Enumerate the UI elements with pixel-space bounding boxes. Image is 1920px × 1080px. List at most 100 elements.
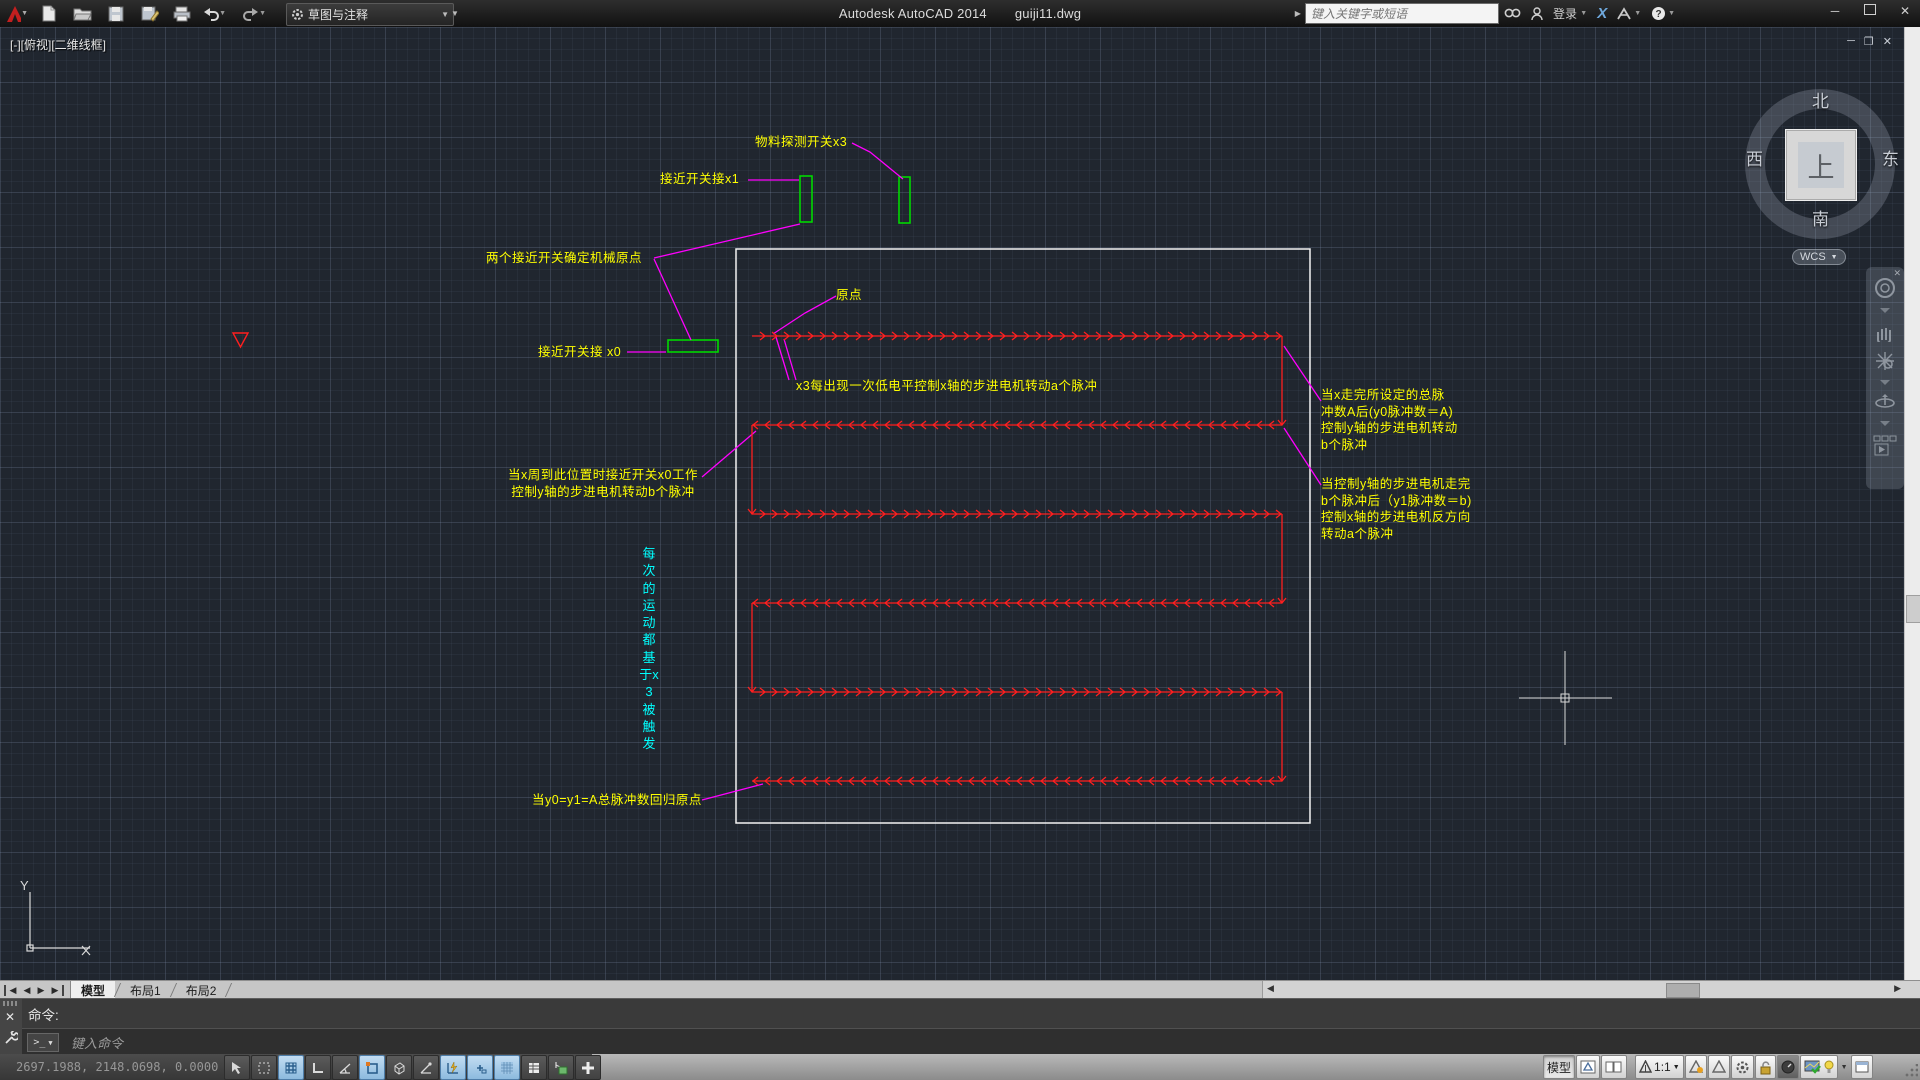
tab-model[interactable]: 模型 xyxy=(70,981,115,999)
annotation-x0-work: 当x周到此位置时接近开关x0工作 控制y轴的步进电机转动b个脉冲 xyxy=(498,467,708,500)
showmotion-icon[interactable] xyxy=(1873,435,1897,457)
grid-display-icon[interactable] xyxy=(278,1055,304,1080)
app-title: Autodesk AutoCAD 2014 xyxy=(839,6,987,21)
quick-view-layouts-button[interactable] xyxy=(1601,1055,1627,1079)
zoom-icon[interactable] xyxy=(1874,351,1896,371)
layout-tab-bar: ◀ ◀ ▶ ▶ 模型 布局1 布局2 ◀ ▶ xyxy=(0,980,1920,999)
dynamic-ucs-icon[interactable] xyxy=(440,1055,466,1080)
graphics-check-icon xyxy=(1804,1060,1822,1074)
auto-annotation-scale-button[interactable] xyxy=(1708,1055,1730,1079)
maximize-button[interactable] xyxy=(1864,4,1876,15)
viewcube-top-face[interactable]: 上 xyxy=(1785,129,1857,201)
viewcube-south[interactable]: 南 xyxy=(1812,205,1829,230)
snap-mode-icon[interactable] xyxy=(251,1055,277,1080)
quick-properties-icon[interactable] xyxy=(521,1055,547,1080)
status-bar: 2697.1988, 2148.0698, 0.0000 模型 1: xyxy=(0,1054,1920,1080)
vp-close-icon[interactable]: ✕ xyxy=(1883,35,1892,48)
isolate-objects-lightbulb-icon xyxy=(1824,1060,1834,1074)
exchange-apps-icon[interactable]: X xyxy=(1592,3,1612,24)
hscroll-right-icon[interactable]: ▶ xyxy=(1894,983,1901,994)
tab-next-icon[interactable]: ▶ xyxy=(34,985,48,996)
ortho-mode-icon[interactable] xyxy=(305,1055,331,1080)
annotation-scale-button[interactable]: 1:1▼ xyxy=(1635,1055,1684,1079)
search-icon[interactable] xyxy=(1499,3,1526,24)
model-space-button[interactable]: 模型 xyxy=(1543,1055,1575,1079)
drawing-viewport[interactable]: [-][俯视][二维线框] ─ ❐ ✕ 北 西 东 南 上 WCS▼ ✕ xyxy=(0,27,1920,980)
hardware-acceleration-button[interactable] xyxy=(1800,1055,1838,1079)
object-snap-icon[interactable] xyxy=(359,1055,385,1080)
viewcube[interactable]: 北 西 东 南 上 WCS▼ xyxy=(1744,87,1896,277)
annotation-right-note1: 当x走完所设定的总脉 冲数A后(y0脉冲数＝A) 控制y轴的步进电机转动 b个脉… xyxy=(1321,387,1458,453)
tab-layout2[interactable]: 布局2 xyxy=(176,981,227,999)
lock-icon[interactable] xyxy=(1755,1055,1776,1079)
viewcube-west[interactable]: 西 xyxy=(1746,145,1763,170)
pan-hand-icon[interactable] xyxy=(1874,322,1896,342)
file-name: guiji11.dwg xyxy=(1015,6,1081,21)
vertical-scrollbar[interactable] xyxy=(1904,27,1920,980)
vp-minimize-icon[interactable]: ─ xyxy=(1847,35,1855,48)
viewcube-north[interactable]: 北 xyxy=(1812,87,1829,112)
annotation-vertical-note: 每次的运动都基于x3被触发 xyxy=(639,545,659,753)
vertical-scrollbar-thumb[interactable] xyxy=(1906,595,1920,623)
annotation-visibility-button[interactable] xyxy=(1685,1055,1707,1079)
tab-first-icon[interactable]: ◀ xyxy=(4,985,20,996)
viewcube-east[interactable]: 东 xyxy=(1882,145,1899,170)
tab-prev-icon[interactable]: ◀ xyxy=(20,985,34,996)
infocenter-collapse-icon[interactable]: ▶ xyxy=(1295,9,1301,18)
infer-constraints-icon[interactable] xyxy=(224,1055,250,1080)
command-options-button[interactable]: >_ ▼ xyxy=(27,1033,59,1052)
command-history-row[interactable]: 命令: xyxy=(22,999,1920,1028)
close-button[interactable]: ✕ xyxy=(1898,4,1912,17)
svg-text:?: ? xyxy=(1656,9,1662,20)
minimize-button[interactable]: ─ xyxy=(1828,4,1842,17)
tab-layout1[interactable]: 布局1 xyxy=(120,981,171,999)
signin-button[interactable]: 登录 ▼ xyxy=(1548,3,1592,24)
horizontal-scrollbar[interactable]: ◀ ▶ xyxy=(1262,981,1920,999)
help-icon[interactable]: ? ▼ xyxy=(1646,3,1680,24)
annotation-origin: 原点 xyxy=(836,287,862,304)
selection-cycling-icon[interactable] xyxy=(548,1055,574,1080)
chevron-down-icon[interactable] xyxy=(1880,380,1890,385)
autodesk-360-icon[interactable]: ▼ xyxy=(1612,3,1646,24)
annotation-return-origin: 当y0=y1=A总脉冲数回归原点 xyxy=(532,792,702,809)
status-menu-icon[interactable]: ▼ xyxy=(1839,1064,1850,1071)
annotation-person-icon xyxy=(1639,1060,1652,1074)
command-input-row[interactable]: >_ ▼ 键入命令 xyxy=(22,1028,1920,1056)
resize-grip[interactable] xyxy=(1904,1064,1918,1078)
layout-button[interactable] xyxy=(1576,1055,1600,1079)
horizontal-scrollbar-thumb[interactable] xyxy=(1666,983,1700,998)
status-toggles xyxy=(224,1055,601,1080)
workspace-switch-button[interactable] xyxy=(1731,1055,1754,1079)
dynamic-input-icon[interactable] xyxy=(467,1055,493,1080)
coordinates-readout[interactable]: 2697.1988, 2148.0698, 0.0000 xyxy=(16,1060,218,1074)
user-icon[interactable] xyxy=(1526,3,1548,24)
annotation-monitor-icon[interactable] xyxy=(575,1055,601,1080)
annotation-two-switches: 两个接近开关确定机械原点 xyxy=(486,250,642,267)
command-drag-handle[interactable] xyxy=(3,1001,18,1006)
command-panel: ✕ 命令: >_ ▼ 键入命令 xyxy=(0,998,1920,1055)
hscroll-left-icon[interactable]: ◀ xyxy=(1267,983,1274,994)
command-input-placeholder[interactable]: 键入命令 xyxy=(71,1033,123,1052)
polar-tracking-icon[interactable] xyxy=(332,1055,358,1080)
orbit-icon[interactable] xyxy=(1874,394,1896,412)
search-input[interactable] xyxy=(1305,3,1499,24)
vp-restore-icon[interactable]: ❐ xyxy=(1864,35,1874,48)
3d-object-snap-icon[interactable] xyxy=(386,1055,412,1080)
annotation-x3-pulse: x3每出现一次低电平控制x轴的步进电机转动a个脉冲 xyxy=(796,378,1097,395)
clean-screen-button[interactable] xyxy=(1851,1055,1873,1079)
chevron-down-icon[interactable] xyxy=(1880,308,1890,313)
chevron-down-icon[interactable] xyxy=(1880,421,1890,426)
tab-last-icon[interactable]: ▶ xyxy=(48,985,64,996)
command-close-icon[interactable]: ✕ xyxy=(5,1010,15,1024)
object-snap-tracking-icon[interactable] xyxy=(413,1055,439,1080)
annotation-prox-switch-x1: 接近开关接x1 xyxy=(660,171,739,188)
annotation-material-switch: 物料探测开关x3 xyxy=(755,134,847,151)
steering-wheel-icon[interactable] xyxy=(1874,277,1896,299)
performance-tuner-button[interactable] xyxy=(1777,1055,1799,1079)
wcs-dropdown[interactable]: WCS▼ xyxy=(1792,249,1846,265)
transparency-icon[interactable] xyxy=(494,1055,520,1080)
command-panel-strip: ✕ xyxy=(0,999,23,1055)
command-wrench-icon[interactable] xyxy=(4,1031,18,1045)
navigation-bar[interactable]: ✕ xyxy=(1866,267,1904,489)
viewport-controls-label[interactable]: [-][俯视][二维线框] xyxy=(10,36,106,53)
